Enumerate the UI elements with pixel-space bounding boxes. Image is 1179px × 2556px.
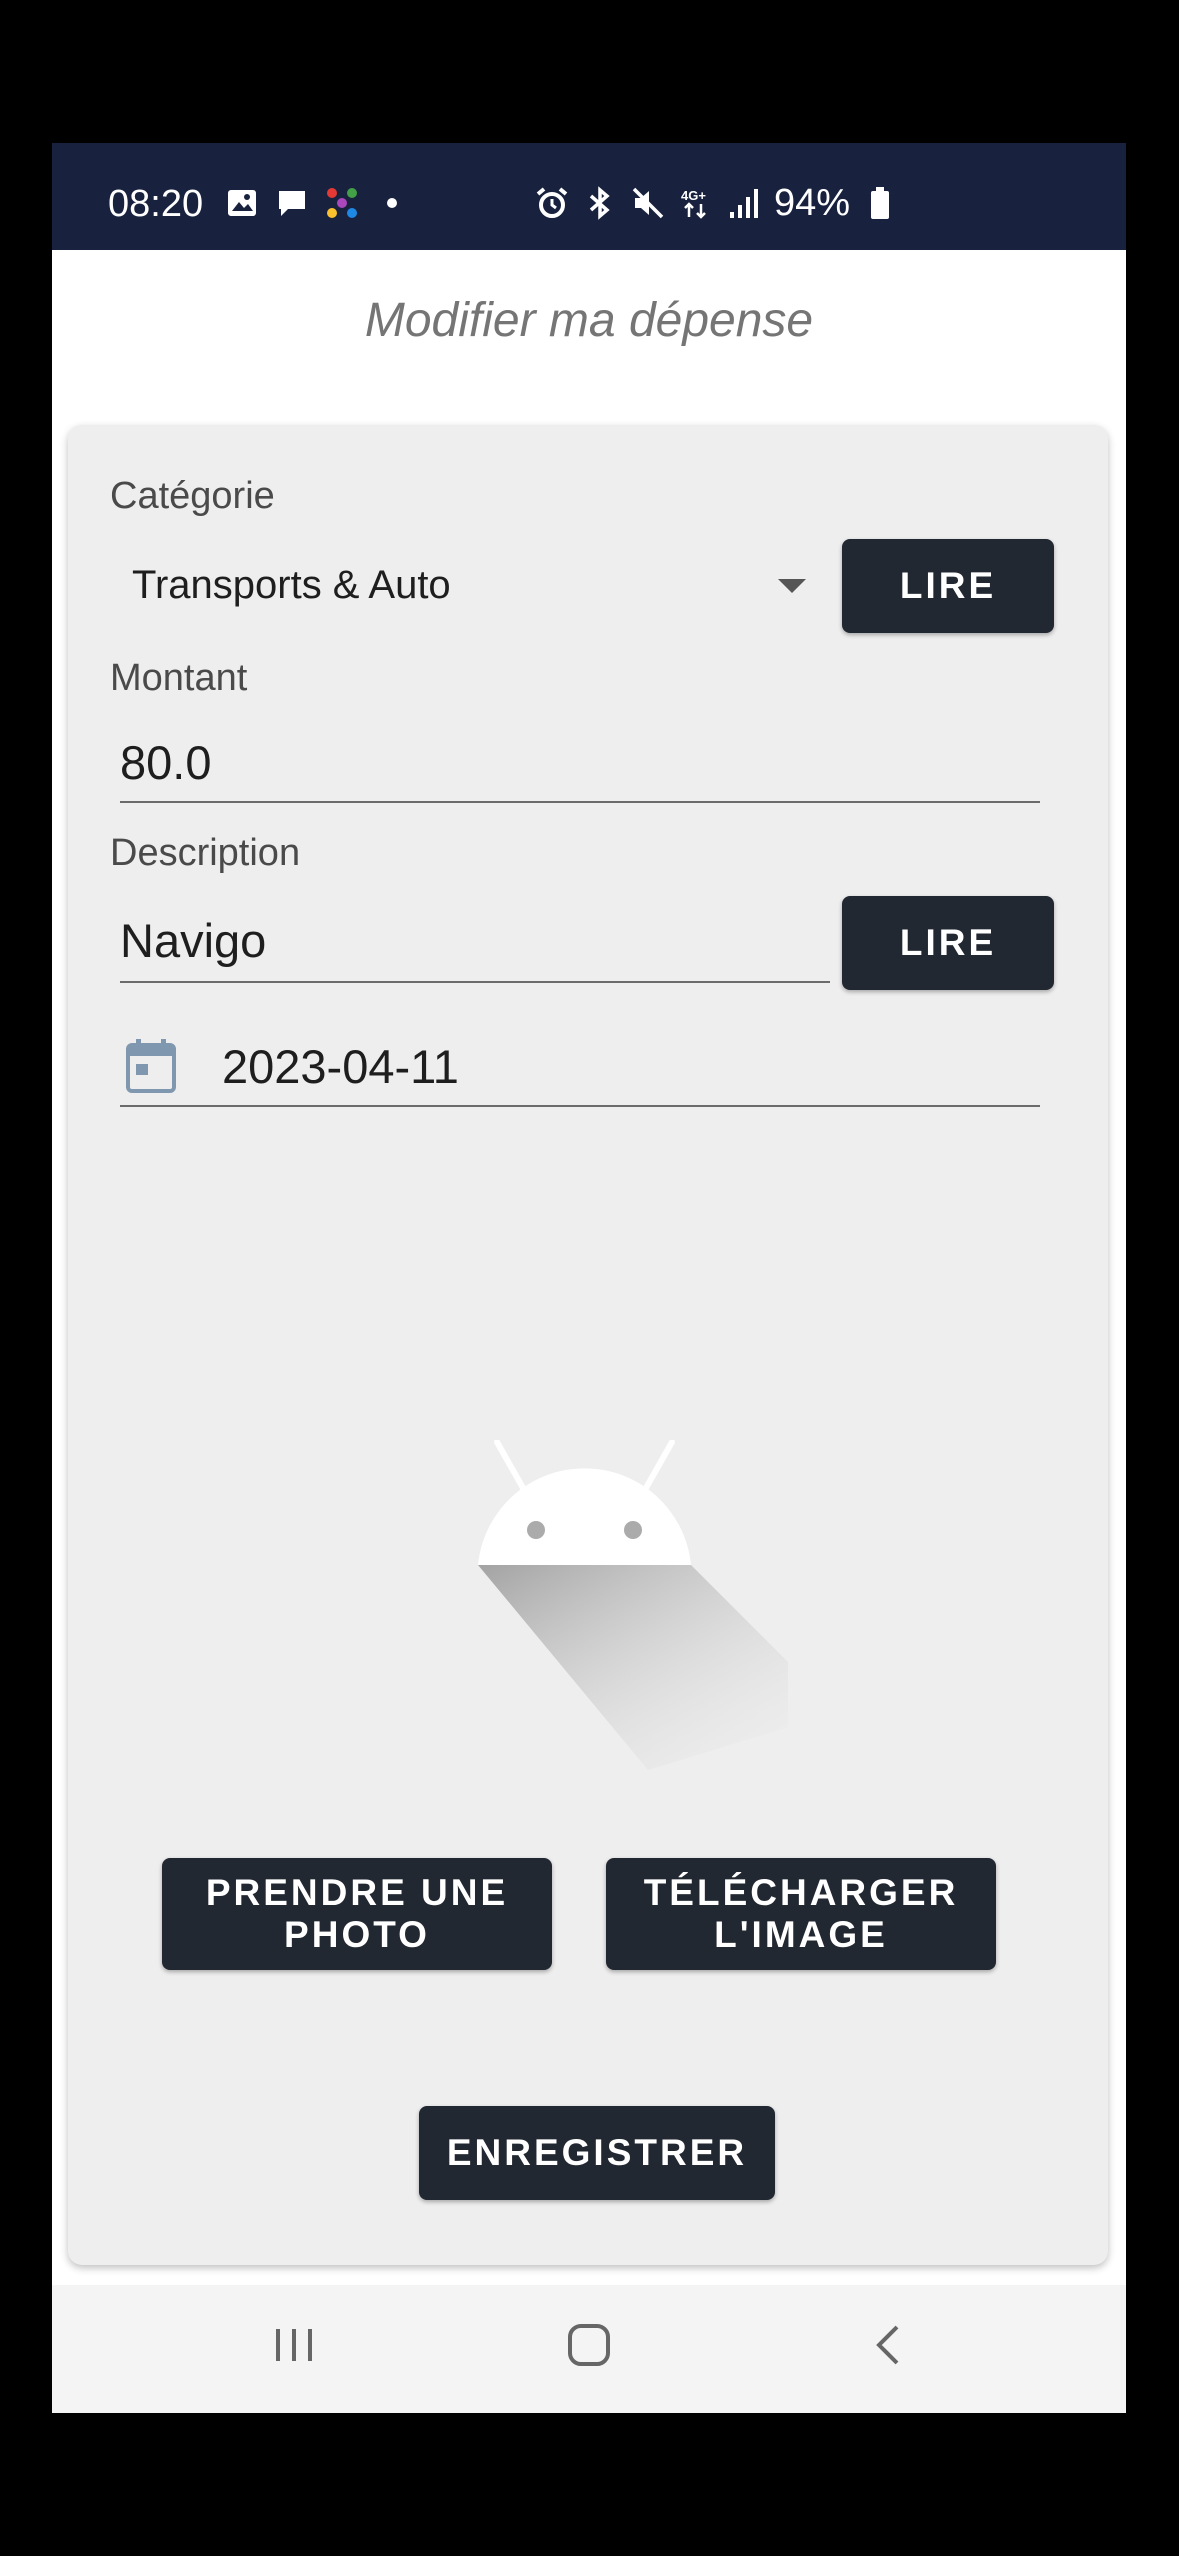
date-underline: [120, 1105, 1040, 1107]
back-icon[interactable]: [867, 2323, 911, 2372]
upload-image-button[interactable]: TÉLÉCHARGER L'IMAGE: [606, 1858, 996, 1970]
battery-icon: [862, 185, 898, 221]
read-category-button[interactable]: LIRE: [842, 539, 1054, 633]
take-photo-button[interactable]: PRENDRE UNE PHOTO: [162, 1858, 552, 1970]
signal-icon: [726, 185, 762, 221]
dot-icon: [374, 185, 410, 221]
description-value: Navigo: [120, 914, 267, 967]
date-value: 2023-04-11: [222, 1040, 459, 1093]
home-icon[interactable]: [567, 2323, 611, 2372]
description-label: Description: [110, 832, 301, 874]
amount-value: 80.0: [120, 736, 212, 789]
message-icon: [274, 185, 310, 221]
category-label: Catégorie: [110, 475, 275, 517]
amount-label: Montant: [110, 657, 248, 699]
phone-screen: 08:20 4G+ 94% Modifier ma dépense Catégo…: [52, 143, 1126, 2413]
svg-text:4G+: 4G+: [681, 188, 706, 203]
amount-field[interactable]: 80.0: [120, 725, 1040, 805]
navigation-bar: [52, 2285, 1126, 2413]
image-preview: [448, 1439, 838, 1770]
4g-icon: 4G+: [678, 185, 714, 221]
page-title: Modifier ma dépense: [364, 294, 814, 347]
recent-apps-icon[interactable]: [272, 2323, 316, 2372]
battery-percentage: 94%: [774, 181, 851, 224]
calendar-icon[interactable]: [126, 1039, 176, 1098]
status-bar: 08:20 4G+ 94%: [52, 143, 1126, 250]
alarm-icon: [534, 185, 570, 221]
expense-form-card: Catégorie Transports & Auto LIRE Montant…: [68, 425, 1108, 2265]
amount-underline: [120, 801, 1040, 803]
mute-icon: [630, 185, 666, 221]
description-field[interactable]: Navigo: [120, 903, 830, 985]
bluetooth-icon: [582, 185, 618, 221]
status-time: 08:20: [108, 183, 204, 225]
read-description-button[interactable]: LIRE: [842, 896, 1054, 990]
gallery-icon: [224, 185, 260, 221]
chevron-down-icon: [778, 579, 806, 593]
category-dropdown[interactable]: Transports & Auto: [110, 535, 870, 635]
date-field[interactable]: 2023-04-11: [120, 1025, 1040, 1109]
description-underline: [120, 981, 830, 983]
app-icon: [324, 185, 360, 221]
category-selected-value: Transports & Auto: [132, 563, 451, 607]
save-button[interactable]: ENREGISTRER: [419, 2106, 775, 2200]
